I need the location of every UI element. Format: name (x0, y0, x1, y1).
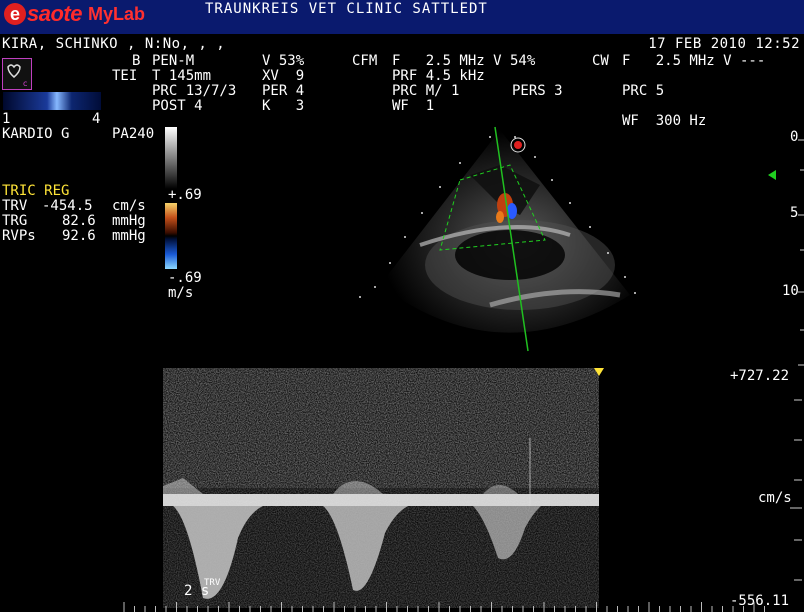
depth-10: 10 (782, 283, 799, 299)
trv-unit: cm/s (112, 198, 146, 214)
sweep-cursor-icon (594, 368, 604, 376)
depth-ruler (798, 139, 804, 366)
trg-unit: mmHg (112, 213, 146, 229)
clinic-name: TRAUNKREIS VET CLINIC SATTLEDT (205, 1, 488, 17)
v-b-value: V 53% (262, 53, 305, 69)
cw-frequency: F 2.5 MHz V --- (622, 53, 766, 69)
color-map-bar (3, 92, 101, 110)
velocity-scale-pos: +.69 (168, 187, 202, 203)
per-value: PER 4 (262, 83, 305, 99)
probe-name: KARDIO G (2, 126, 70, 142)
patient-info: KIRA, SCHINKO , N:No, , , (2, 36, 226, 52)
gray-scale-bar (165, 127, 177, 189)
prc-cfm-value: PRC M/ 1 (392, 83, 460, 99)
velocity-color-bar (165, 203, 177, 269)
cw-label: CW (592, 53, 609, 69)
cursor-trv-label: TRV (204, 578, 221, 588)
xv-value: XV 9 (262, 68, 305, 84)
spectral-scale-ticks (790, 399, 802, 581)
header-bar: e saote MyLab TRAUNKREIS VET CLINIC SATT… (0, 0, 804, 34)
b-mode-sector-image (359, 126, 636, 352)
depth-value: T 145mm (152, 68, 212, 84)
focus-marker-icon (768, 170, 776, 180)
prc-b-value: PRC 13/7/3 (152, 83, 237, 99)
time-axis-ticks (123, 602, 765, 612)
wf-cfm-value: WF 1 (392, 98, 435, 114)
heart-icon: c (7, 64, 27, 88)
rvps-value: 92.6 (62, 228, 96, 244)
prf-value: PRF 4.5 kHz (392, 68, 485, 84)
trv-label: TRV (2, 198, 28, 214)
index-1: 1 (2, 111, 11, 127)
cfm-label: CFM (352, 53, 378, 69)
b-mode-value: PEN-M (152, 53, 195, 69)
logo-e-mark: e (4, 3, 26, 25)
probe-model: PA240 (112, 126, 155, 142)
exam-datetime: 17 FEB 2010 12:52 (648, 36, 800, 52)
rvps-unit: mmHg (112, 228, 146, 244)
prc-cw-value: PRC 5 (622, 83, 665, 99)
post-value: POST 4 (152, 98, 203, 114)
velocity-scale-unit: m/s (168, 285, 194, 301)
measurement-title: TRIC REG (2, 183, 70, 199)
depth-5: 5 (790, 205, 799, 221)
trg-label: TRG (2, 213, 28, 229)
index-4: 4 (92, 111, 101, 127)
trg-value: 82.6 (62, 213, 96, 229)
probe-thumbnail: c (2, 58, 32, 90)
logo-product: MyLab (87, 3, 145, 24)
svg-text:c: c (23, 79, 27, 88)
logo-brand: saote (27, 1, 82, 26)
velocity-scale-neg: -.69 (168, 270, 202, 286)
cfm-frequency: F 2.5 MHz V 54% (392, 53, 536, 69)
b-mode-label: B (132, 53, 141, 69)
k-value: K 3 (262, 98, 305, 114)
rvps-label: RVPs (2, 228, 36, 244)
trv-value: -454.5 (42, 198, 93, 214)
depth-0: 0 (790, 129, 799, 145)
pers-value: PERS 3 (512, 83, 563, 99)
tei-label: TEI (112, 68, 138, 84)
spectral-doppler-trace (163, 368, 599, 608)
esaote-logo: e saote MyLab (4, 1, 145, 27)
